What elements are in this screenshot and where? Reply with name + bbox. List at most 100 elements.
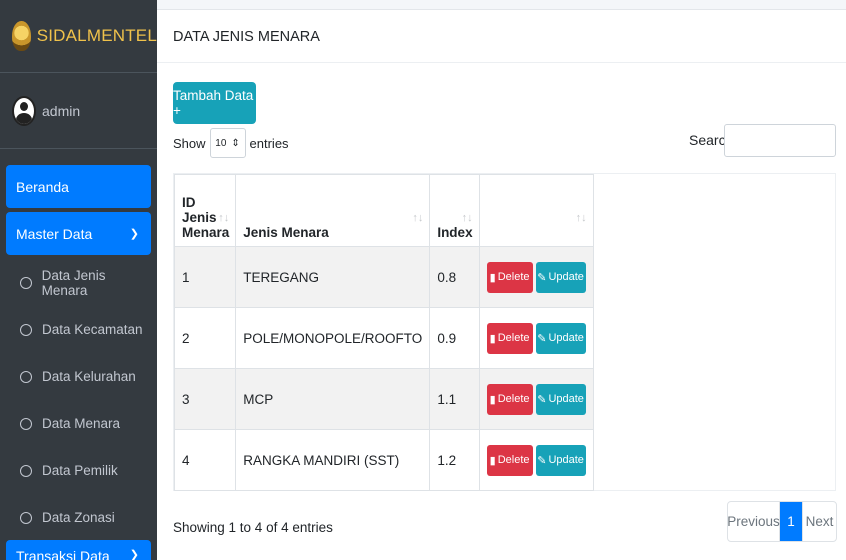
cell-id: 3 <box>173 368 237 430</box>
sidebar-nav: Beranda Master Data ❯ Data Jenis Menara … <box>0 149 157 541</box>
cell-actions: ▮ Delete ✎ Update <box>478 307 594 369</box>
trash-icon: ▮ <box>489 454 496 467</box>
pencil-icon: ✎ <box>537 454 547 467</box>
update-button[interactable]: ✎ Update <box>535 322 586 354</box>
circle-icon <box>20 276 32 289</box>
select-arrows-icon: ⇕ <box>231 137 240 149</box>
chevron-down-icon: ❯ <box>129 228 139 240</box>
sort-icon: ↑↓ <box>575 212 587 224</box>
column-header-label: Index <box>437 225 473 240</box>
delete-button[interactable]: ▮ Delete <box>486 444 533 476</box>
sidebar-subitem-label: Data Kelurahan <box>42 369 136 384</box>
page-title: DATA JENIS MENARA <box>157 11 846 63</box>
user-panel[interactable]: admin <box>0 73 157 149</box>
trash-icon: ▮ <box>489 332 496 345</box>
sidebar-item-label: Master Data <box>16 225 93 242</box>
update-label: Update <box>548 332 584 344</box>
sidebar-subitem-label: Data Kecamatan <box>42 322 143 337</box>
cell-id: 4 <box>173 429 237 491</box>
table-row: 2 POLE/MONOPOLE/ROOFTO 0.9 ▮ Delete ✎ Upda… <box>173 307 594 369</box>
table-container: ID Jenis Menara ↑↓ Jenis Menara ↑↓ Index… <box>173 173 836 491</box>
cell-name: RANGKA MANDIRI (SST) <box>235 429 431 491</box>
sidebar-subitem-label: Data Menara <box>42 416 121 431</box>
page-1-button[interactable]: 1 <box>780 502 802 541</box>
delete-label: Delete <box>497 332 530 344</box>
cell-name: MCP <box>235 368 431 430</box>
cell-index: 1.2 <box>429 429 480 491</box>
update-label: Update <box>548 454 584 466</box>
user-name: admin <box>42 102 81 119</box>
pencil-icon: ✎ <box>537 393 547 406</box>
sidebar-subitem-label: Data Zonasi <box>42 510 115 525</box>
column-header-index[interactable]: Index ↑↓ <box>429 174 480 247</box>
trash-icon: ▮ <box>489 271 496 284</box>
table-row: 3 MCP 1.1 ▮ Delete ✎ Update <box>173 368 594 430</box>
delete-button[interactable]: ▮ Delete <box>486 322 533 354</box>
search-input[interactable] <box>724 124 836 157</box>
delete-button[interactable]: ▮ Delete <box>486 261 533 293</box>
sidebar-subitem-data-kelurahan[interactable]: Data Kelurahan <box>6 353 151 400</box>
page-length-control: Show 10 ⇕ entries <box>173 128 289 158</box>
cell-actions: ▮ Delete ✎ Update <box>478 246 594 308</box>
previous-page-button[interactable]: Previous <box>728 502 780 541</box>
pencil-icon: ✎ <box>537 332 547 345</box>
delete-label: Delete <box>497 271 530 283</box>
table-row: 4 RANGKA MANDIRI (SST) 1.2 ▮ Delete ✎ Upda… <box>173 429 594 491</box>
sidebar-subitem-data-zonasi[interactable]: Data Zonasi <box>6 494 151 541</box>
main-content: DATA JENIS MENARA Tambah Data + Show 10 … <box>157 0 846 560</box>
pencil-icon: ✎ <box>537 271 547 284</box>
page-length-value: 10 <box>215 137 227 149</box>
cell-index: 0.9 <box>429 307 480 369</box>
cell-name: TEREGANG <box>235 246 431 308</box>
page-length-select[interactable]: 10 ⇕ <box>209 128 246 158</box>
chevron-down-icon: ❯ <box>129 549 139 560</box>
next-page-button[interactable]: Next <box>802 502 836 541</box>
logo-icon <box>12 21 31 51</box>
column-header-id[interactable]: ID Jenis Menara ↑↓ <box>173 174 237 247</box>
update-button[interactable]: ✎ Update <box>535 261 586 293</box>
sidebar-item-transaksi-data[interactable]: Transaksi Data ❯ <box>6 540 151 560</box>
column-header-label: Jenis Menara <box>243 225 329 240</box>
update-button[interactable]: ✎ Update <box>535 444 586 476</box>
delete-label: Delete <box>497 393 530 405</box>
sort-icon: ↑↓ <box>461 212 473 224</box>
user-avatar-icon <box>12 95 36 126</box>
cell-actions: ▮ Delete ✎ Update <box>478 429 594 491</box>
sort-icon: ↑↓ <box>412 212 424 224</box>
sidebar-subitem-data-menara[interactable]: Data Menara <box>6 400 151 447</box>
show-label: Show <box>173 135 206 151</box>
brand-name: SIDALMENTEL <box>36 26 157 45</box>
sidebar-item-label: Beranda <box>16 178 69 195</box>
cell-actions: ▮ Delete ✎ Update <box>478 368 594 430</box>
sidebar-item-beranda[interactable]: Beranda <box>6 165 151 208</box>
circle-icon <box>20 417 32 430</box>
top-navbar <box>157 0 846 10</box>
pagination: Previous 1 Next <box>727 501 837 542</box>
circle-icon <box>20 464 32 477</box>
cell-index: 1.1 <box>429 368 480 430</box>
table-row: 1 TEREGANG 0.8 ▮ Delete ✎ Update <box>173 246 594 308</box>
table-info: Showing 1 to 4 of 4 entries <box>173 520 333 535</box>
trash-icon: ▮ <box>489 393 496 406</box>
update-label: Update <box>548 393 584 405</box>
sidebar-subitem-data-kecamatan[interactable]: Data Kecamatan <box>6 306 151 353</box>
add-data-button[interactable]: Tambah Data + <box>173 82 256 124</box>
update-button[interactable]: ✎ Update <box>535 383 586 415</box>
column-header-jenis[interactable]: Jenis Menara ↑↓ <box>235 174 431 247</box>
circle-icon <box>20 323 32 336</box>
sidebar-subitem-data-pemilik[interactable]: Data Pemilik <box>6 447 151 494</box>
delete-button[interactable]: ▮ Delete <box>486 383 533 415</box>
data-table: ID Jenis Menara ↑↓ Jenis Menara ↑↓ Index… <box>173 174 594 491</box>
delete-label: Delete <box>497 454 530 466</box>
cell-id: 1 <box>173 246 237 308</box>
sidebar: SIDALMENTEL admin Beranda Master Data ❯ … <box>0 0 157 560</box>
circle-icon <box>20 511 32 524</box>
sidebar-subitem-data-jenis-menara[interactable]: Data Jenis Menara <box>6 259 151 306</box>
column-header-action[interactable]: ↑↓ <box>478 174 594 247</box>
sort-icon: ↑↓ <box>218 212 230 224</box>
brand[interactable]: SIDALMENTEL <box>0 0 157 73</box>
sidebar-item-master-data[interactable]: Master Data ❯ <box>6 212 151 255</box>
sidebar-subitem-label: Data Jenis Menara <box>41 267 106 298</box>
update-label: Update <box>548 271 584 283</box>
cell-name: POLE/MONOPOLE/ROOFTO <box>235 307 431 369</box>
